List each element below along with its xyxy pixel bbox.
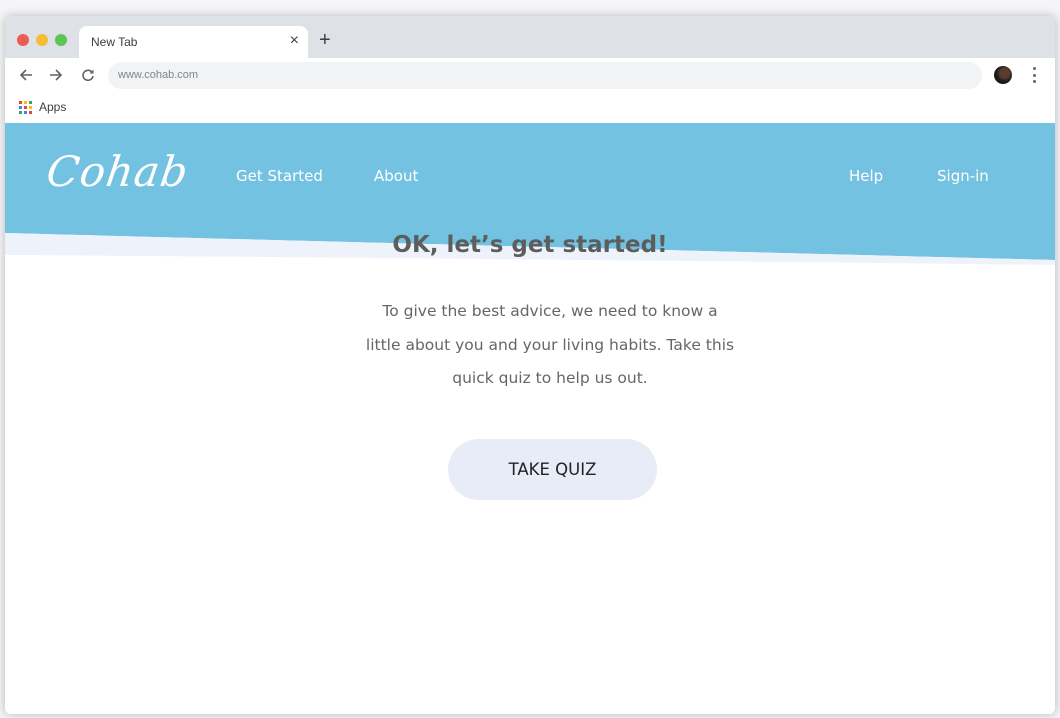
tab-strip: New Tab × + [5, 16, 1055, 58]
nav-help[interactable]: Help [849, 167, 883, 185]
arrow-left-icon[interactable] [16, 65, 36, 85]
site-logo[interactable]: Cohab [44, 147, 192, 196]
tab-title: New Tab [91, 35, 138, 49]
active-tab[interactable]: New Tab × [79, 26, 308, 58]
address-bar-url: www.cohab.com [118, 69, 199, 81]
apps-label: Apps [39, 100, 67, 114]
tab-close-icon[interactable]: × [290, 32, 299, 50]
site-header: Cohab Get Started About Help Sign-in [5, 123, 1055, 283]
browser-toolbar: www.cohab.com [5, 58, 1055, 92]
kebab-menu-icon[interactable] [1029, 67, 1039, 83]
intro-line: little about you and your living habits.… [365, 335, 735, 354]
nav-get-started[interactable]: Get Started [236, 167, 323, 185]
maximize-window-button[interactable] [55, 34, 67, 46]
take-quiz-button[interactable]: TAKE QUIZ [448, 439, 657, 500]
apps-grid-icon [19, 100, 32, 114]
page-title: OK, let’s get started! [392, 232, 668, 258]
reload-icon[interactable] [78, 65, 98, 85]
intro-text: To give the best advice, we need to know… [330, 295, 770, 396]
close-window-button[interactable] [17, 34, 29, 46]
intro-line: quick quiz to help us out. [452, 369, 648, 387]
nav-sign-in[interactable]: Sign-in [937, 167, 989, 185]
new-tab-button[interactable]: + [319, 30, 331, 50]
browser-window: New Tab × + www.cohab.com Apps Cohab Get… [5, 16, 1055, 714]
nav-about[interactable]: About [374, 167, 418, 185]
profile-avatar[interactable] [994, 66, 1012, 84]
address-bar[interactable]: www.cohab.com [108, 62, 982, 89]
apps-bookmark[interactable]: Apps [19, 98, 66, 116]
arrow-right-icon[interactable] [46, 65, 66, 85]
minimize-window-button[interactable] [36, 34, 48, 46]
web-page: Cohab Get Started About Help Sign-in OK,… [5, 123, 1055, 714]
bookmarks-bar: Apps [5, 92, 1055, 123]
intro-line: To give the best advice, we need to know… [382, 302, 718, 320]
